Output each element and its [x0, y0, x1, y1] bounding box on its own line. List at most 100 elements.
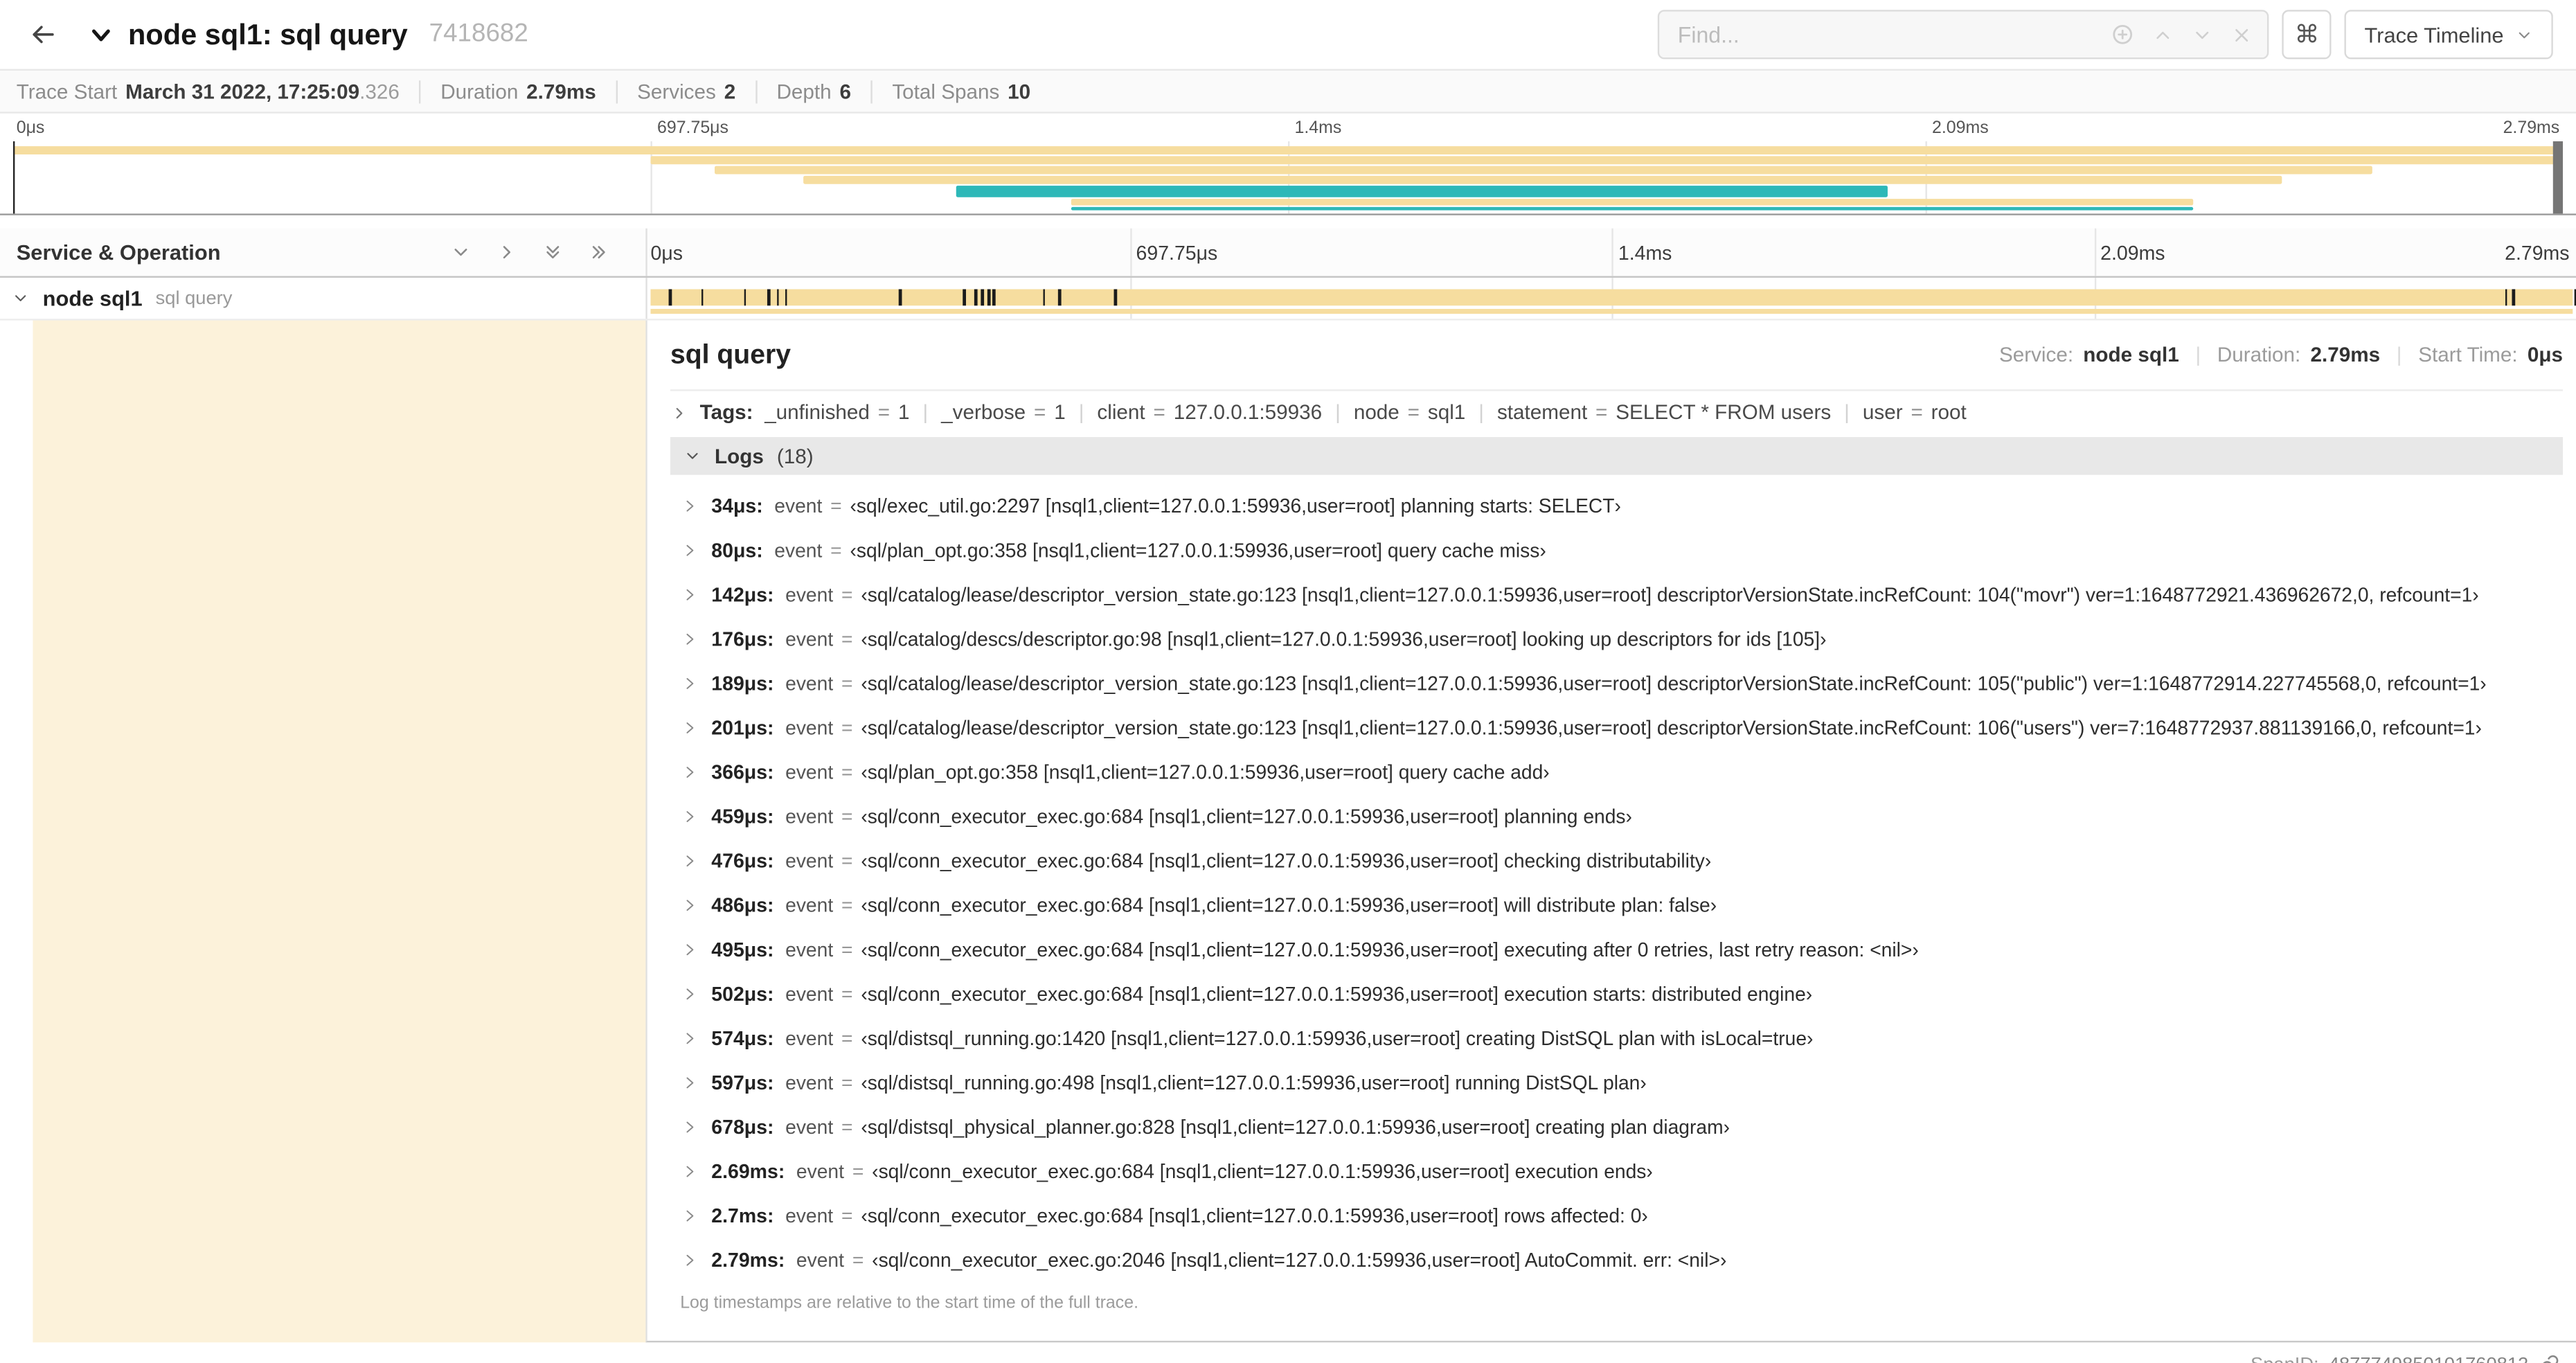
log-field-equals: = — [841, 937, 853, 961]
minimap-span-bar — [803, 175, 2282, 184]
log-field-value: ‹sql/conn_executor_exec.go:2046 [nsql1,c… — [872, 1247, 1727, 1272]
log-field-value: ‹sql/conn_executor_exec.go:684 [nsql1,cl… — [861, 1203, 1648, 1227]
span-duration-bar[interactable] — [651, 289, 2573, 306]
log-entry[interactable]: 2.69ms: event = ‹sql/conn_executor_exec.go:… — [674, 1148, 2563, 1193]
log-entry[interactable]: 476μs: event = ‹sql/conn_executor_exec.go:6… — [674, 838, 2563, 882]
chevron-right-icon — [682, 1029, 699, 1046]
log-text: event = ‹sql/catalog/lease/descriptor_vers… — [785, 671, 2487, 694]
log-entry[interactable]: 189μs: event = ‹sql/catalog/lease/descripto… — [674, 661, 2563, 705]
log-field-equals: = — [841, 1026, 853, 1049]
keyboard-shortcuts-button[interactable]: ⌘ — [2282, 10, 2332, 60]
trace-view-label: Trace Timeline — [2364, 22, 2504, 47]
summary-item: Depth 6 — [755, 80, 871, 103]
tag-key: statement — [1496, 400, 1588, 425]
trace-view-dropdown[interactable]: Trace Timeline — [2345, 10, 2553, 60]
start-time-value: 0μs — [2527, 343, 2564, 367]
span-row-timeline[interactable] — [647, 277, 2576, 319]
chevron-right-icon — [682, 1118, 699, 1134]
trace-header-bar: node sql1: sql query 7418682 ⌘ Trace Tim… — [0, 0, 2576, 69]
log-text: event = ‹sql/catalog/lease/descriptor_vers… — [785, 582, 2479, 605]
log-field-value: ‹sql/conn_executor_exec.go:684 [nsql1,cl… — [861, 848, 1712, 872]
log-field-equals: = — [841, 1070, 853, 1094]
log-entry[interactable]: 502μs: event = ‹sql/conn_executor_exec.go:6… — [674, 971, 2563, 1015]
log-entry[interactable]: 495μs: event = ‹sql/conn_executor_exec.go:6… — [674, 927, 2563, 971]
span-operation-name: sql query — [155, 288, 233, 308]
log-timestamp: 201μs: — [711, 715, 774, 739]
log-list: 34μs: event = ‹sql/exec_util.go:2297 [nsql1… — [670, 475, 2563, 1282]
log-field-value: ‹sql/plan_opt.go:358 [nsql1,client=127.0… — [850, 537, 1546, 562]
chevron-down-icon[interactable] — [450, 242, 472, 263]
summary-value: 10 — [1008, 80, 1031, 103]
log-field-value: ‹sql/conn_executor_exec.go:684 [nsql1,cl… — [861, 893, 1717, 916]
log-entry[interactable]: 34μs: event = ‹sql/exec_util.go:2297 [nsql1… — [674, 483, 2563, 528]
log-entry[interactable]: 597μs: event = ‹sql/distsql_running.go:498 … — [674, 1060, 2563, 1104]
chevron-right-icon — [682, 941, 699, 957]
log-text: event = ‹sql/distsql_running.go:498 [nsql1… — [785, 1071, 1647, 1094]
find-input[interactable] — [1677, 22, 2112, 47]
chevron-down-icon[interactable] — [89, 22, 114, 47]
log-entry[interactable]: 574μs: event = ‹sql/distsql_running.go:1420… — [674, 1015, 2563, 1060]
log-text: event = ‹sql/conn_executor_exec.go:684 [ns… — [796, 1159, 1653, 1182]
tags-accordion[interactable]: Tags: _unfinished = 1 | _verbose = 1 | client = 12… — [670, 391, 2563, 434]
logs-accordion-header[interactable]: Logs (18) — [670, 437, 2564, 475]
tags-list: _unfinished = 1 | _verbose = 1 | client = 127.0.0.… — [764, 401, 1967, 424]
log-entry[interactable]: 459μs: event = ‹sql/conn_executor_exec.go:6… — [674, 794, 2563, 838]
log-entry[interactable]: 201μs: event = ‹sql/catalog/lease/descripto… — [674, 705, 2563, 749]
close-icon[interactable] — [2231, 24, 2253, 45]
span-row[interactable]: node sql1 sql query — [0, 277, 2576, 321]
log-field-key: event — [796, 1247, 844, 1272]
log-field-key: event — [785, 848, 834, 872]
log-entry[interactable]: 486μs: event = ‹sql/conn_executor_exec.go:6… — [674, 882, 2563, 927]
minimap-right-handle[interactable] — [2552, 141, 2564, 214]
double-chevron-right-icon[interactable] — [588, 242, 609, 263]
chevron-down-icon[interactable] — [12, 289, 30, 308]
tag-equals: = — [1034, 400, 1046, 425]
chevron-right-icon — [682, 719, 699, 736]
tag-equals: = — [1407, 400, 1420, 425]
log-field-value: ‹sql/plan_opt.go:358 [nsql1,client=127.0… — [861, 760, 1550, 783]
log-field-value: ‹sql/catalog/lease/descriptor_version_st… — [861, 715, 2482, 739]
minimap-time-labels: 0μs 697.75μs 1.4ms 2.09ms 2.79ms — [13, 118, 2563, 140]
minimap-left-handle[interactable] — [12, 141, 15, 214]
log-entry[interactable]: 176μs: event = ‹sql/catalog/descs/descripto… — [674, 616, 2563, 661]
service-label: Service: — [1998, 343, 2074, 367]
log-entry[interactable]: 2.79ms: event = ‹sql/conn_executor_exec.go:… — [674, 1237, 2563, 1281]
summary-value: 2 — [724, 80, 736, 103]
log-marker — [744, 289, 746, 306]
log-field-value: ‹sql/catalog/descs/descriptor.go:98 [nsq… — [861, 627, 1827, 650]
tag-equals: = — [1595, 400, 1608, 425]
span-detail-title: sql query — [670, 339, 791, 369]
back-button[interactable] — [19, 12, 65, 57]
log-field-value: ‹sql/catalog/lease/descriptor_version_st… — [861, 671, 2487, 695]
log-timestamp: 142μs: — [711, 582, 774, 606]
span-detail-header: sql query Service: node sql1 | Duration:… — [670, 321, 2563, 390]
log-entry[interactable]: 366μs: event = ‹sql/plan_opt.go:358 [nsql1,… — [674, 749, 2563, 794]
chevron-down-icon[interactable] — [2192, 24, 2213, 45]
tag-equals: = — [1153, 400, 1165, 425]
circle-plus-icon[interactable] — [2111, 23, 2134, 46]
trace-summary-bar: Trace Start March 31 2022, 17:25:09.326 Du… — [0, 69, 2576, 114]
log-entry[interactable]: 142μs: event = ‹sql/catalog/lease/descripto… — [674, 572, 2563, 616]
log-entry[interactable]: 2.7ms: event = ‹sql/conn_executor_exec.go:6… — [674, 1193, 2563, 1237]
log-field-equals: = — [841, 715, 853, 739]
log-marker — [981, 289, 985, 306]
log-field-equals: = — [841, 981, 853, 1005]
tag-equals: = — [877, 400, 891, 425]
double-chevron-down-icon[interactable] — [542, 242, 564, 263]
log-timestamp: 476μs: — [711, 848, 774, 872]
log-text: event = ‹sql/distsql_physical_planner.go:8… — [785, 1115, 1730, 1138]
chevron-up-icon[interactable] — [2152, 24, 2174, 45]
log-field-equals: = — [841, 1114, 853, 1138]
log-entry[interactable]: 80μs: event = ‹sql/plan_opt.go:358 [nsql1,c… — [674, 528, 2563, 572]
link-icon[interactable] — [2538, 1354, 2559, 1363]
minimap-canvas[interactable] — [12, 141, 2564, 214]
log-entry[interactable]: 678μs: event = ‹sql/distsql_physical_planne… — [674, 1104, 2563, 1148]
log-field-key: event — [774, 493, 823, 517]
span-id-row: SpanID: 4877749850101760812 — [645, 1342, 2576, 1363]
span-meta: Service: node sql1 | Duration: 2.79ms | … — [1999, 344, 2563, 366]
log-text: event = ‹sql/distsql_running.go:1420 [nsql… — [785, 1026, 1813, 1049]
log-marker — [1058, 289, 1061, 306]
tag-separator: | — [1844, 400, 1850, 425]
span-name-cell[interactable]: node sql1 sql query — [0, 277, 647, 319]
chevron-right-icon[interactable] — [496, 242, 517, 263]
